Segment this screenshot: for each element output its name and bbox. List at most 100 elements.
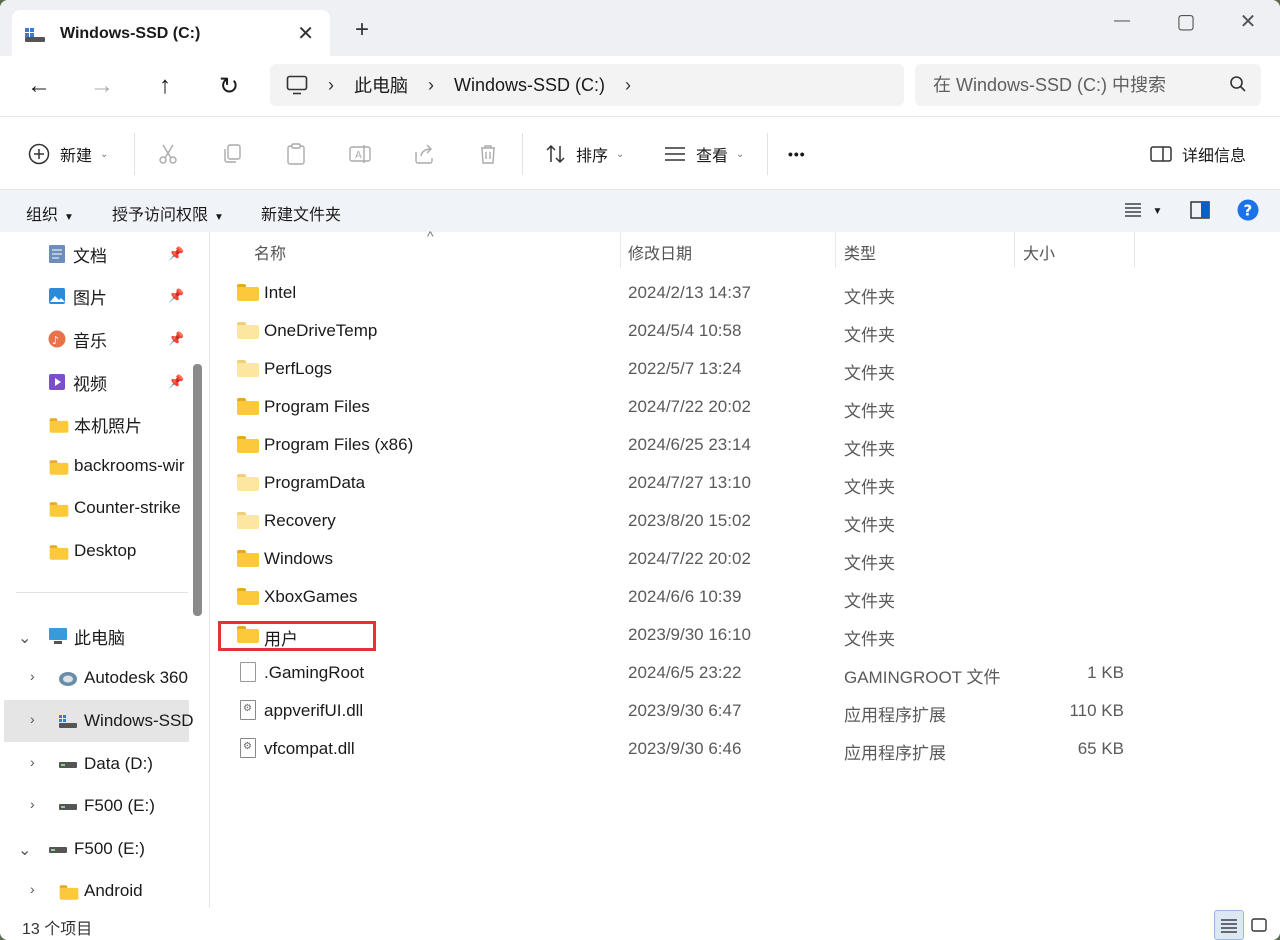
chevron-right-icon[interactable]: › [30, 711, 35, 727]
column-header-type[interactable]: 类型 [844, 240, 876, 264]
sidebar-item-videos[interactable]: 视频 [48, 364, 107, 400]
sidebar-item-local-photos[interactable]: 本机照片 [48, 406, 142, 442]
up-button[interactable]: ↑ [150, 72, 180, 100]
sidebar-scrollbar[interactable] [193, 364, 202, 616]
minimize-button[interactable]: — [1106, 8, 1138, 34]
sidebar-item-f500-e[interactable]: F500 (E:) [58, 788, 155, 824]
details-view-button[interactable] [1214, 910, 1244, 940]
forward-button[interactable]: → [87, 72, 117, 100]
sidebar-item-documents[interactable]: 文档 [48, 236, 107, 272]
folder-icon [237, 548, 259, 568]
pin-icon[interactable]: 📌 [168, 374, 184, 390]
table-row[interactable]: .GamingRoot 2024/6/5 23:22 GAMINGROOT 文件 1 … [224, 654, 1264, 692]
navigation-pane[interactable]: 文档 📌 图片 📌 ♪ 音乐 📌 视频 📌 本机照片 backrooms-wir… [0, 232, 210, 908]
delete-button[interactable] [476, 137, 500, 171]
sidebar-item-windows-ssd[interactable]: Windows-SSD [58, 703, 194, 739]
chevron-right-icon[interactable]: › [30, 796, 35, 812]
view-button[interactable]: 查看 ⌄ [664, 137, 744, 171]
maximize-button[interactable]: ▢ [1170, 8, 1202, 34]
drive-icon [24, 25, 46, 43]
details-pane-icon [1150, 146, 1172, 162]
sidebar-item-android[interactable]: Android [58, 873, 143, 908]
column-separator[interactable] [1014, 232, 1015, 268]
chevron-down-icon[interactable]: ⌄ [18, 628, 31, 648]
folder-icon [49, 544, 69, 560]
column-header-name[interactable]: 名称 [254, 240, 286, 264]
table-row[interactable]: Intel 2024/2/13 14:37 文件夹 [224, 274, 1264, 312]
folder-icon [237, 320, 259, 340]
chevron-down-icon[interactable]: ⌄ [18, 840, 31, 860]
organize-menu[interactable]: 组织 ▼ [26, 201, 74, 225]
column-header-size[interactable]: 大小 [1023, 240, 1055, 264]
chevron-right-icon[interactable]: › [30, 668, 35, 684]
file-type: 文件夹 [844, 516, 895, 535]
breadcrumb-this-pc[interactable]: 此电脑 [354, 72, 408, 98]
column-header-modified[interactable]: 修改日期 [628, 240, 692, 264]
close-button[interactable]: ✕ [1232, 8, 1264, 34]
sidebar-item-data-d[interactable]: Data (D:) [58, 746, 153, 782]
pin-icon[interactable]: 📌 [168, 246, 184, 262]
table-row[interactable]: XboxGames 2024/6/6 10:39 文件夹 [224, 578, 1264, 616]
drive-icon [58, 755, 78, 773]
chevron-down-icon: ⌄ [616, 148, 625, 160]
table-row[interactable]: Recovery 2023/8/20 15:02 文件夹 [224, 502, 1264, 540]
sidebar-item-pictures[interactable]: 图片 [48, 278, 107, 314]
pin-icon[interactable]: 📌 [168, 331, 184, 347]
sidebar-item-this-pc[interactable]: 此电脑 [48, 618, 125, 654]
refresh-button[interactable]: ↻ [214, 72, 244, 100]
details-pane-button[interactable]: 详细信息 [1150, 137, 1246, 171]
column-separator[interactable] [620, 232, 621, 268]
table-row[interactable]: 用户 2023/9/30 16:10 文件夹 [224, 616, 1264, 654]
table-row[interactable]: vfcompat.dll 2023/9/30 6:46 应用程序扩展 65 KB [224, 730, 1264, 768]
cut-button[interactable] [156, 137, 180, 171]
sidebar-item-autodesk[interactable]: Autodesk 360 [58, 660, 188, 696]
search-box[interactable] [915, 64, 1261, 106]
tab-close-icon[interactable]: ✕ [297, 21, 314, 46]
share-button[interactable] [412, 137, 436, 171]
breadcrumb-separator[interactable]: › [625, 75, 631, 96]
grant-access-label: 授予访问权限 [112, 207, 209, 224]
paste-button[interactable] [284, 137, 308, 171]
pin-icon[interactable]: 📌 [168, 288, 184, 304]
dll-file-icon [237, 700, 259, 720]
sidebar-item-label: 本机照片 [74, 416, 142, 436]
table-row[interactable]: appverifUI.dll 2023/9/30 6:47 应用程序扩展 110 KB [224, 692, 1264, 730]
back-button[interactable]: ← [24, 72, 54, 100]
more-options-button[interactable]: ••• [788, 137, 806, 171]
table-row[interactable]: OneDriveTemp 2024/5/4 10:58 文件夹 [224, 312, 1264, 350]
folder-icon [49, 501, 69, 517]
sidebar-item-desktop[interactable]: Desktop [48, 533, 136, 569]
copy-button[interactable] [220, 137, 244, 171]
new-folder-button[interactable]: 新建文件夹 [261, 201, 341, 225]
column-separator[interactable] [835, 232, 836, 268]
table-row[interactable]: ProgramData 2024/7/27 13:10 文件夹 [224, 464, 1264, 502]
new-tab-button[interactable]: + [348, 16, 376, 44]
search-icon[interactable] [1229, 75, 1247, 98]
plus-circle-icon [28, 143, 50, 165]
grant-access-menu[interactable]: 授予访问权限 ▼ [112, 201, 224, 225]
tab-windows-ssd[interactable]: Windows-SSD (C:) ✕ [12, 10, 330, 58]
file-list[interactable]: 名称 ^ 修改日期 类型 大小 Intel 2024/2/13 14:37 文件夹 O… [212, 228, 1280, 908]
search-input[interactable] [933, 74, 1213, 96]
tiles-view-button[interactable] [1244, 910, 1274, 940]
address-bar[interactable]: › 此电脑 › Windows-SSD (C:) › [270, 64, 904, 106]
sidebar-item-f500-e-expanded[interactable]: F500 (E:) [48, 831, 145, 867]
preview-pane-button[interactable] [1190, 201, 1210, 224]
layout-options-button[interactable]: ▼ [1124, 202, 1162, 223]
breadcrumb-windows-ssd[interactable]: Windows-SSD (C:) [454, 75, 605, 96]
table-row[interactable]: Program Files (x86) 2024/6/25 23:14 文件夹 [224, 426, 1264, 464]
chevron-right-icon[interactable]: › [30, 754, 35, 770]
sidebar-item-counter-strike[interactable]: Counter-strike [48, 490, 181, 526]
column-separator[interactable] [1134, 232, 1135, 268]
new-button[interactable]: 新建 ⌄ [28, 137, 108, 171]
table-row[interactable]: Windows 2024/7/22 20:02 文件夹 [224, 540, 1264, 578]
sort-button[interactable]: 排序 ⌄ [544, 137, 624, 171]
table-row[interactable]: PerfLogs 2022/5/7 13:24 文件夹 [224, 350, 1264, 388]
sidebar-item-label: 视频 [73, 374, 107, 394]
chevron-right-icon[interactable]: › [30, 881, 35, 897]
sidebar-item-music[interactable]: ♪ 音乐 [48, 321, 107, 357]
help-button[interactable]: ? [1237, 199, 1259, 226]
table-row[interactable]: Program Files 2024/7/22 20:02 文件夹 [224, 388, 1264, 426]
rename-button[interactable]: A [348, 137, 372, 171]
sidebar-item-backrooms[interactable]: backrooms-wir [48, 448, 185, 484]
